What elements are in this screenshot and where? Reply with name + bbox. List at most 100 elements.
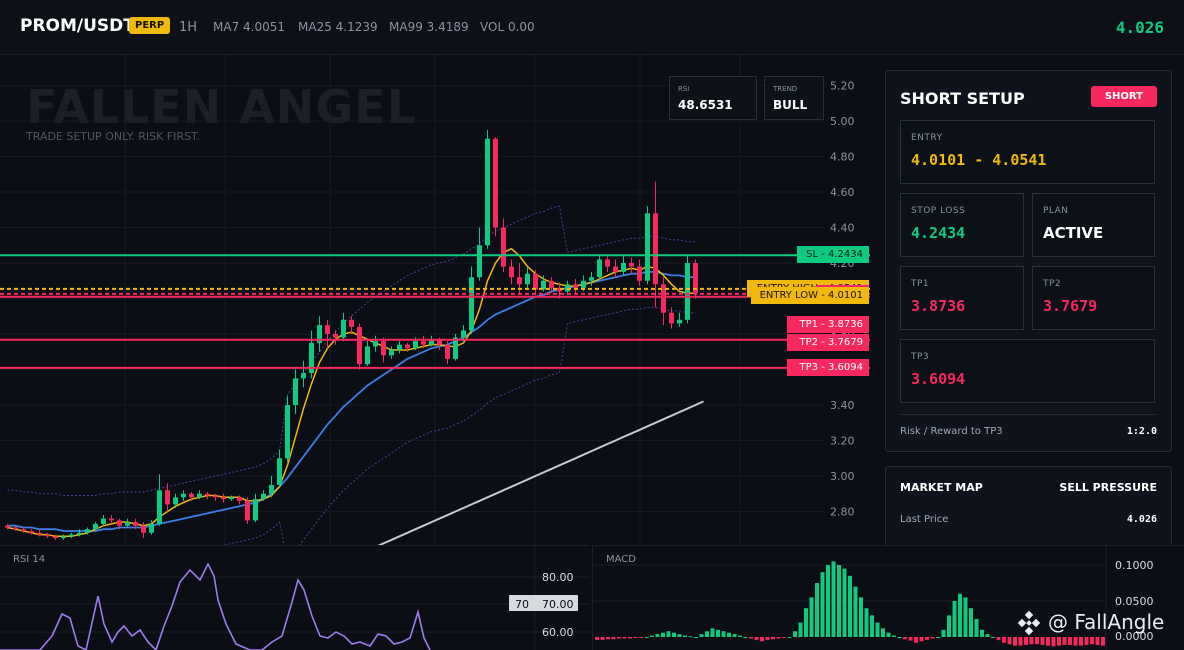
- macd-bar: [628, 637, 632, 639]
- candle-body: [389, 349, 394, 356]
- macd-bar: [1073, 637, 1078, 646]
- band-path: [7, 205, 696, 496]
- candle-body: [357, 326, 362, 365]
- top-bar: PROM/USDT PERP 1H MA7 4.0051 MA25 4.1239…: [0, 0, 1184, 55]
- bollinger-bands: [7, 205, 696, 545]
- rsi-info-value: 48.6531: [678, 98, 733, 112]
- macd-bar: [787, 637, 792, 638]
- candle-body: [101, 518, 106, 524]
- vol-readout: VOL 0.00: [480, 20, 535, 34]
- candle-body: [165, 490, 170, 505]
- tp1-label: TP1: [911, 279, 930, 289]
- macd-bar: [859, 597, 863, 637]
- panel-title: SHORT SETUP: [900, 89, 1025, 108]
- pair-symbol[interactable]: PROM/USDT: [20, 16, 135, 36]
- candle-body: [133, 522, 138, 526]
- macd-bar: [694, 637, 698, 638]
- band-path: [222, 306, 696, 545]
- candle-body: [333, 334, 338, 338]
- macd-bar: [1035, 637, 1039, 645]
- candle-body: [653, 213, 658, 285]
- short-badge[interactable]: SHORT: [1090, 86, 1157, 107]
- macd-bar: [710, 628, 715, 637]
- macd-bar: [815, 583, 819, 637]
- macd-bar: [1040, 637, 1045, 645]
- macd-histogram: [593, 546, 1107, 650]
- rsi-panel[interactable]: RSI 14 80.00 70.00 70 60.00: [0, 545, 590, 650]
- macd-tick-mid: 0.0500: [1115, 595, 1154, 608]
- macd-bar: [672, 632, 676, 637]
- macd-bar: [1018, 637, 1023, 646]
- macd-bar: [870, 615, 874, 637]
- macd-bar: [996, 637, 1001, 640]
- macd-bar: [1079, 637, 1083, 646]
- candle-body: [5, 525, 10, 528]
- candle-body: [573, 284, 578, 288]
- macd-bar: [903, 637, 907, 640]
- candle-body: [229, 497, 234, 500]
- candle-body: [253, 499, 258, 521]
- macd-bar: [606, 637, 610, 640]
- ma25-line: [7, 271, 696, 532]
- rsi-tick-70: 70.00: [542, 598, 574, 611]
- macd-bar: [804, 608, 808, 637]
- y-tick-label: 5.00: [830, 115, 855, 128]
- macd-bar: [1068, 637, 1072, 645]
- tp3-label: TP3: [911, 352, 930, 362]
- candle-body: [637, 266, 642, 281]
- macd-bar: [1046, 637, 1050, 646]
- macd-bar: [1024, 637, 1028, 645]
- macd-bar: [1029, 637, 1034, 645]
- market-map-title: MARKET MAP: [900, 481, 983, 494]
- rsi-tick-60: 60.00: [542, 626, 574, 639]
- macd-bar: [666, 631, 671, 637]
- macd-bar: [611, 637, 616, 640]
- rsi-plot: [0, 546, 590, 650]
- candle-body: [189, 493, 194, 498]
- stop-loss-label: STOP LOSS: [911, 206, 966, 216]
- macd-bar: [831, 561, 836, 637]
- candle-body: [301, 373, 306, 379]
- ma25-path: [7, 271, 696, 532]
- macd-bar: [1095, 637, 1100, 645]
- candle-body: [181, 493, 186, 498]
- macd-bar: [925, 637, 929, 640]
- macd-bar: [617, 637, 621, 639]
- ma7-readout: MA7 4.0051: [213, 20, 285, 34]
- candle-body: [397, 344, 402, 350]
- candle-body: [125, 522, 130, 526]
- macd-bar: [776, 637, 781, 639]
- macd-bar: [985, 634, 990, 637]
- timeframe-1h[interactable]: 1H: [179, 20, 197, 35]
- y-tick-label: 3.00: [830, 470, 855, 483]
- plan-box: PLAN ACTIVE: [1032, 193, 1155, 257]
- macd-bar: [897, 637, 902, 638]
- candle-body: [685, 263, 690, 320]
- candle-body: [469, 277, 474, 331]
- candle-body: [565, 284, 570, 292]
- stop-loss-value: 4.2434: [911, 224, 966, 242]
- macd-bar: [683, 635, 687, 637]
- rsi-marker-label: 70: [515, 598, 529, 611]
- macd-bar: [633, 637, 638, 638]
- candle-body: [421, 341, 426, 345]
- macd-bar: [1084, 637, 1089, 645]
- macd-bar: [837, 565, 841, 637]
- macd-bar: [941, 629, 946, 637]
- macd-bar: [716, 629, 720, 637]
- y-tick-label: 3.20: [830, 435, 855, 448]
- y-tick-label: 2.80: [830, 506, 855, 519]
- macd-bar: [820, 572, 825, 637]
- stop-loss-box: STOP LOSS 4.2434: [900, 193, 1024, 257]
- macd-bar: [930, 637, 935, 639]
- macd-bar: [1062, 637, 1067, 645]
- candle-body: [677, 319, 682, 324]
- candle-body: [197, 493, 202, 498]
- ma99-readout: MA99 3.4189: [389, 20, 469, 34]
- brand-text: @ FallAngle: [1048, 610, 1165, 634]
- candle-body: [597, 259, 602, 278]
- macd-panel[interactable]: MACD 0.1000 0.0500 0.0000: [592, 545, 1184, 650]
- macd-bar: [639, 637, 643, 638]
- macd-bar: [677, 634, 682, 637]
- macd-bar: [1090, 637, 1094, 645]
